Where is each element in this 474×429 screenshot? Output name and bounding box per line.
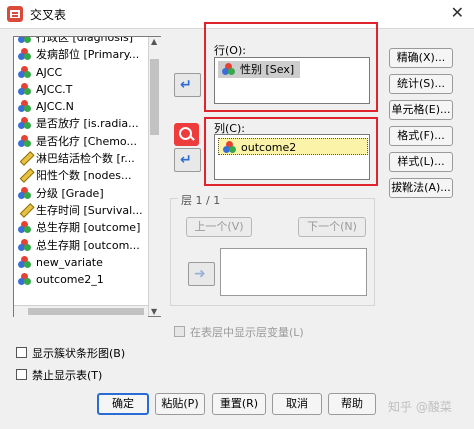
nominal-icon [18,238,32,252]
right-button-3[interactable]: 格式(F)... [389,126,453,146]
move-to-layer-button[interactable]: ➜ [188,262,215,286]
list-item-label: AJCC.T [36,82,73,96]
list-item[interactable]: 分级 [Grade] [14,185,160,202]
nominal-icon [18,65,32,79]
column-variable-label: outcome2 [241,141,297,154]
help-button[interactable]: 帮助 [328,393,376,415]
nominal-icon [223,141,237,154]
list-item-label: new_variate [36,255,103,269]
clustered-bar-label: 显示簇状条形图(B) [32,347,126,360]
column-variable-item[interactable]: outcome2 [218,138,368,155]
list-item-label: outcome2_1 [36,273,104,287]
list-item[interactable]: 总生存期 [outcome] [14,219,160,236]
nominal-icon [18,273,32,286]
column-variable-box[interactable]: outcome2 [214,134,370,180]
variable-list-horizontal-scrollbar[interactable] [14,305,148,317]
watermark: 知乎 @酸菜 [388,400,452,414]
right-button-0[interactable]: 精确(X)... [389,48,453,68]
nominal-icon [18,221,32,234]
list-item-label: 行政区 [diagnosis] [36,36,134,44]
list-item-label: 总生存期 [outcom... [36,238,140,252]
close-icon[interactable]: ✕ [451,3,464,22]
list-item[interactable]: 阳性个数 [nodes... [14,167,160,184]
next-layer-button[interactable]: 下一个(N) [298,217,366,237]
arrow-right-icon: ➜ [194,266,206,282]
list-item-label: 生存时间 [Survival... [36,203,143,217]
scroll-down-icon[interactable]: ▼ [151,307,157,316]
display-layer-variables-label: 在表层中显示层变量(L) [190,326,304,339]
list-item-label: 是否化疗 [Chemo... [36,134,137,148]
list-item[interactable]: AJCC.T [14,81,160,98]
variable-list[interactable]: 行政区 [diagnosis] 发病部位 [Primary... AJCC AJCC.… [13,36,161,317]
list-item[interactable]: new_variate [14,254,160,271]
list-item[interactable]: 行政区 [diagnosis] [14,36,160,46]
row-variable-box[interactable]: 性别 [Sex] [214,57,370,104]
app-icon [7,6,23,22]
cancel-button[interactable]: 取消 [272,393,322,415]
list-item-label: 总生存期 [outcome] [36,221,141,235]
nominal-icon [18,255,32,269]
nominal-icon [18,186,32,200]
move-to-row-button[interactable]: ↵ [174,73,201,97]
nominal-icon [18,37,32,44]
nominal-icon [18,48,32,61]
display-layer-variables-checkbox[interactable] [174,326,185,337]
nominal-icon [18,82,32,96]
nominal-icon [18,117,32,130]
list-item[interactable]: 淋巴结活检个数 [r... [14,150,160,167]
suppress-tables-checkbox[interactable] [16,369,27,380]
row-label: 行(O): [214,44,246,57]
list-item[interactable]: outcome2_1 [14,271,160,288]
list-item[interactable]: 发病部位 [Primary... [14,46,160,63]
variable-list-vertical-scrollbar[interactable]: ▲ ▼ [148,37,161,316]
nominal-icon [222,63,236,76]
list-item-label: 淋巴结活检个数 [r... [36,152,135,166]
search-icon[interactable] [174,123,199,146]
row-variable-item[interactable]: 性别 [Sex] [218,61,301,78]
list-item-label: 发病部位 [Primary... [36,48,140,62]
previous-layer-button[interactable]: 上一个(V) [186,217,252,237]
right-button-2[interactable]: 单元格(E)... [389,100,453,120]
scroll-up-icon[interactable]: ▲ [151,37,157,46]
right-button-1[interactable]: 统计(S)... [389,74,453,94]
paste-button[interactable]: 粘贴(P) [155,393,205,415]
list-item[interactable]: 是否放疗 [is.radia... [14,115,160,132]
list-item[interactable]: 是否化疗 [Chemo... [14,133,160,150]
list-item[interactable]: 总生存期 [outcom... [14,237,160,254]
ok-button[interactable]: 确定 [97,393,149,415]
list-item-label: 是否放疗 [is.radia... [36,117,139,131]
list-item-label: AJCC.N [36,100,74,114]
horizontal-scroll-thumb[interactable] [28,308,144,315]
scale-icon [15,166,35,185]
right-button-4[interactable]: 样式(L)... [389,152,453,172]
layer-label: 层 1 / 1 [178,192,224,208]
suppress-tables-label: 禁止显示表(T) [32,369,103,382]
right-button-5[interactable]: 拔靴法(A)... [389,178,453,198]
list-item[interactable]: 生存时间 [Survival... [14,202,160,219]
clustered-bar-checkbox[interactable] [16,347,27,358]
list-item[interactable]: AJCC.N [14,98,160,115]
list-item-label: 分级 [Grade] [36,186,104,200]
scroll-thumb[interactable] [150,59,159,135]
nominal-icon [18,134,32,148]
arrow-left-icon: ↵ [180,152,192,168]
arrow-left-icon: ↵ [180,77,192,93]
list-item-label: AJCC [36,65,63,79]
list-item-label: 阳性个数 [nodes... [36,169,132,183]
window-title: 交叉表 [30,8,67,22]
layer-variable-box[interactable] [220,248,367,296]
list-item[interactable]: AJCC [14,64,160,81]
scale-icon [15,201,35,220]
reset-button[interactable]: 重置(R) [212,393,266,415]
nominal-icon [18,100,32,113]
move-to-column-button[interactable]: ↵ [174,148,201,172]
row-variable-label: 性别 [Sex] [240,63,295,76]
